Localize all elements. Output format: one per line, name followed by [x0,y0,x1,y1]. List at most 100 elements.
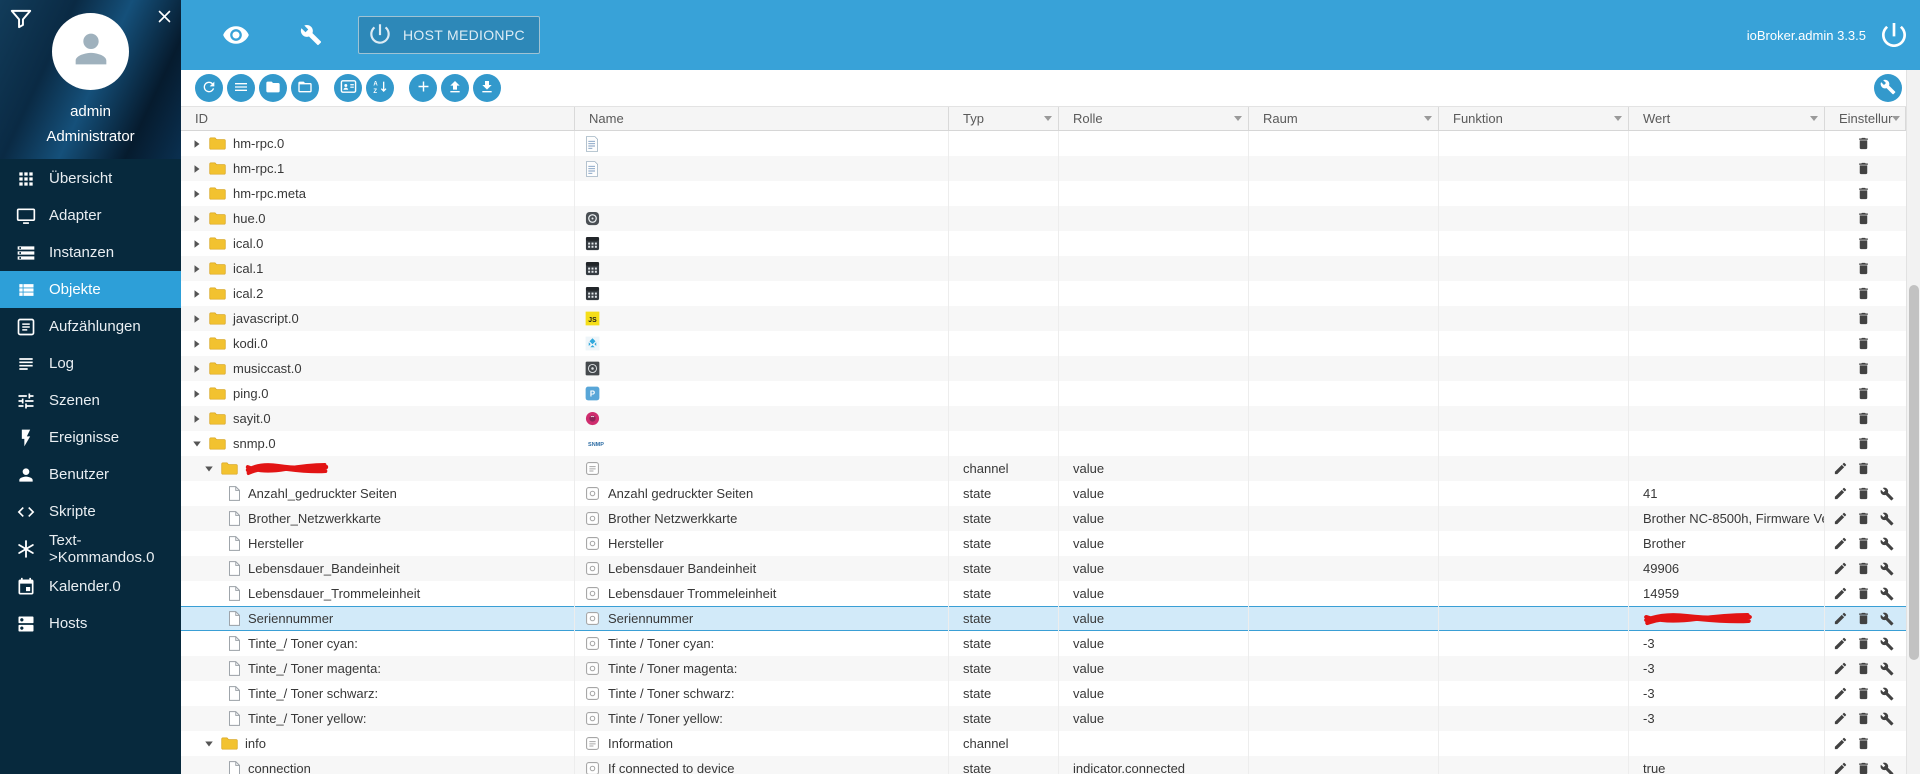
delete-button[interactable] [1854,234,1873,253]
delete-button[interactable] [1854,334,1873,353]
edit-button[interactable] [1831,709,1850,728]
delete-button[interactable] [1854,159,1873,178]
table-row[interactable]: ical.2 [181,281,1906,306]
expand-arrow-icon[interactable] [192,289,203,299]
custom-settings-button[interactable] [1877,684,1896,703]
expand-arrow-icon[interactable] [192,364,203,374]
table-row[interactable]: javascript.0 JS [181,306,1906,331]
table-row[interactable]: sayit.0 [181,406,1906,431]
table-row[interactable]: Tinte_/ Toner cyan: Tinte / Toner cyan: st… [181,631,1906,656]
table-row[interactable]: Tinte_/ Toner schwarz: Tinte / Toner schw… [181,681,1906,706]
edit-button[interactable] [1831,734,1850,753]
delete-button[interactable] [1854,409,1873,428]
sidebar-item-skripte[interactable]: Skripte [0,493,181,530]
edit-button[interactable] [1831,634,1850,653]
filter-dropdown-icon[interactable] [1614,116,1622,121]
table-row[interactable]: hm-rpc.0 [181,131,1906,156]
table-row[interactable]: Lebensdauer_Trommeleinheit Lebensdauer Tr… [181,581,1906,606]
delete-button[interactable] [1854,434,1873,453]
custom-settings-button[interactable] [1877,509,1896,528]
vertical-scrollbar[interactable] [1906,70,1920,774]
custom-settings-button[interactable] [1877,534,1896,553]
sidebar-item-adapter[interactable]: Adapter [0,197,181,234]
table-row[interactable]: Tinte_/ Toner magenta: Tinte / Toner mage… [181,656,1906,681]
sidebar-item-hosts[interactable]: Hosts [0,605,181,642]
sidebar-item-objekte[interactable]: Objekte [0,271,181,308]
table-row[interactable]: connection If connected to device state ind… [181,756,1906,774]
edit-button[interactable] [1831,759,1850,774]
table-row[interactable]: hm-rpc.1 [181,156,1906,181]
toolbar-download-button[interactable] [473,74,501,102]
sidebar-item-szenen[interactable]: Szenen [0,382,181,419]
table-row[interactable]: Tinte_/ Toner yellow: Tinte / Toner yello… [181,706,1906,731]
edit-button[interactable] [1831,509,1850,528]
delete-button[interactable] [1854,584,1873,603]
sidebar-item-kalender-0[interactable]: Kalender.0 [0,568,181,605]
table-row[interactable]: Anzahl_gedruckter Seiten Anzahl gedruckte… [181,481,1906,506]
expand-arrow-icon[interactable] [192,414,203,424]
host-button[interactable]: HOST MEDIONPC [358,16,540,54]
edit-button[interactable] [1831,584,1850,603]
sidebar-item-instanzen[interactable]: Instanzen [0,234,181,271]
expand-arrow-icon[interactable] [192,139,203,149]
delete-button[interactable] [1854,309,1873,328]
table-row[interactable]: Seriennummer Seriennummer state value [181,606,1906,631]
toolbar-add-button[interactable] [409,74,437,102]
sidebar-item-log[interactable]: Log [0,345,181,382]
wrench-icon[interactable] [300,24,322,46]
delete-button[interactable] [1854,559,1873,578]
table-row[interactable]: Lebensdauer_Bandeinheit Lebensdauer Bande… [181,556,1906,581]
table-row[interactable]: ical.0 [181,231,1906,256]
delete-button[interactable] [1854,684,1873,703]
delete-button[interactable] [1854,609,1873,628]
delete-button[interactable] [1854,634,1873,653]
delete-button[interactable] [1854,484,1873,503]
filter-funnel-icon[interactable] [8,6,34,37]
expand-arrow-icon[interactable] [192,164,203,174]
table-row[interactable]: ical.1 [181,256,1906,281]
custom-settings-button[interactable] [1877,759,1896,774]
delete-button[interactable] [1854,359,1873,378]
custom-settings-button[interactable] [1877,484,1896,503]
delete-button[interactable] [1854,709,1873,728]
edit-button[interactable] [1831,609,1850,628]
expand-arrow-icon[interactable] [192,239,203,249]
toolbar-refresh-button[interactable] [195,74,223,102]
collapse-arrow-icon[interactable] [204,739,215,749]
toolbar-folder-button[interactable] [259,74,287,102]
delete-button[interactable] [1854,759,1873,774]
custom-settings-button[interactable] [1877,609,1896,628]
sidebar-item-text-kommandos-0[interactable]: Text->Kommandos.0 [0,530,181,568]
toolbar-id-card-button[interactable] [334,74,362,102]
delete-button[interactable] [1854,184,1873,203]
sidebar-item-aufz-hlungen[interactable]: Aufzählungen [0,308,181,345]
collapse-arrow-icon[interactable] [192,439,203,449]
close-icon[interactable] [157,9,172,29]
scrollbar-thumb[interactable] [1909,285,1919,660]
custom-settings-button[interactable] [1877,584,1896,603]
table-row[interactable]: info Information channel [181,731,1906,756]
toolbar-upload-button[interactable] [441,74,469,102]
filter-dropdown-icon[interactable] [1424,116,1432,121]
delete-button[interactable] [1854,134,1873,153]
edit-button[interactable] [1831,559,1850,578]
filter-dropdown-icon[interactable] [1234,116,1242,121]
edit-button[interactable] [1831,534,1850,553]
delete-button[interactable] [1854,459,1873,478]
table-row[interactable]: channel value [181,456,1906,481]
expand-arrow-icon[interactable] [192,189,203,199]
table-row[interactable]: kodi.0 [181,331,1906,356]
table-row[interactable]: musiccast.0 [181,356,1906,381]
delete-button[interactable] [1854,384,1873,403]
delete-button[interactable] [1854,259,1873,278]
edit-button[interactable] [1831,459,1850,478]
delete-button[interactable] [1854,284,1873,303]
custom-settings-button[interactable] [1877,559,1896,578]
edit-button[interactable] [1831,484,1850,503]
delete-button[interactable] [1854,509,1873,528]
toolbar-list-button[interactable] [227,74,255,102]
sidebar-item-ereignisse[interactable]: Ereignisse [0,419,181,456]
delete-button[interactable] [1854,209,1873,228]
settings-wrench-button[interactable] [1874,74,1902,102]
table-row[interactable]: hue.0 [181,206,1906,231]
